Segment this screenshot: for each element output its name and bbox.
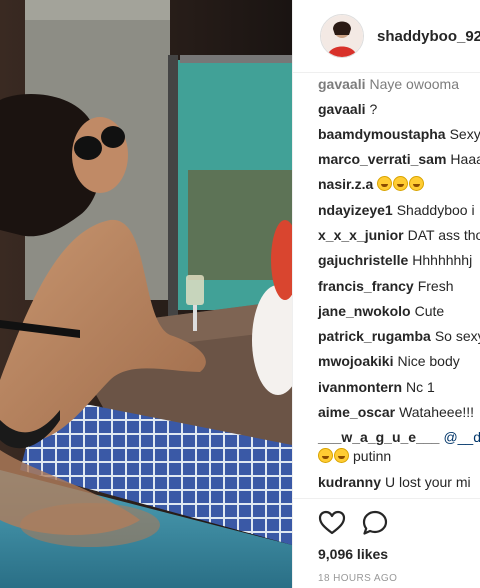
comment-text: Naye owooma bbox=[369, 76, 459, 92]
comment-item: gajuchristelle Hhhhhhhj bbox=[318, 251, 472, 269]
emoji-icon bbox=[334, 448, 349, 463]
comment-item: ivanmontern Nc 1 bbox=[318, 378, 435, 396]
comment-text: Haaa bbox=[450, 151, 480, 167]
post-header: shaddyboo_92 bbox=[293, 0, 480, 73]
comment-item: marco_verrati_samHaaa bbox=[318, 150, 480, 168]
comment-text: Hhhhhhhj bbox=[412, 252, 473, 268]
comment-text: ? bbox=[369, 101, 378, 117]
comment-username[interactable]: gavaali bbox=[318, 76, 365, 92]
comment-username[interactable]: gajuchristelle bbox=[318, 252, 408, 268]
comment-text: Nc 1 bbox=[406, 379, 435, 395]
comment-item: baamdymoustapha Sexy bbox=[318, 125, 480, 143]
comment-username[interactable]: nasir.z.a bbox=[318, 176, 373, 192]
avatar[interactable] bbox=[320, 14, 364, 58]
post-photo[interactable] bbox=[0, 0, 292, 588]
comment-item: patrick_rugamba So sexy bbox=[318, 327, 480, 345]
emoji-icon bbox=[393, 176, 409, 191]
comment-username[interactable]: ndayizeye1 bbox=[318, 202, 393, 218]
comment-username[interactable]: jane_nwokolo bbox=[318, 303, 411, 319]
comment-text: Fresh bbox=[417, 278, 454, 294]
comment-item: francis_francy Fresh bbox=[318, 277, 454, 295]
comments-list[interactable]: gavaali Naye owooma gavaali? baamdymousta… bbox=[293, 72, 480, 498]
comment-text: Shaddyboo i bbox=[396, 202, 475, 218]
comment-text: DAT ass tho bbox=[407, 227, 480, 243]
comment-item: gavaali Naye owooma bbox=[318, 75, 459, 93]
comment-username[interactable]: kudranny bbox=[318, 474, 381, 490]
username-link[interactable]: shaddyboo_92 bbox=[377, 28, 480, 45]
post-timestamp[interactable]: 18 HOURS AGO bbox=[318, 573, 397, 584]
comment-username[interactable]: gavaali bbox=[318, 101, 365, 117]
comment-item: ___w_a_g_u_e___ @__d bbox=[318, 428, 480, 446]
comment-text: putinn bbox=[353, 448, 392, 464]
comment-item: aime_oscar Wataheee!!! bbox=[318, 403, 474, 421]
comment-text: U lost your mi bbox=[385, 474, 471, 490]
emoji-icon bbox=[409, 176, 425, 191]
comment-text: Sexy bbox=[449, 126, 480, 142]
comment-username[interactable]: baamdymoustapha bbox=[318, 126, 446, 142]
comment-username[interactable]: marco_verrati_sam bbox=[318, 151, 446, 167]
comment-username[interactable]: x_x_x_junior bbox=[318, 227, 404, 243]
comment-item: ndayizeye1 Shaddyboo i bbox=[318, 201, 475, 219]
comment-icon[interactable] bbox=[361, 509, 389, 537]
comment-text: So sexy bbox=[434, 328, 480, 344]
comment-mention[interactable]: @__d bbox=[443, 429, 480, 445]
comment-text: Cute bbox=[414, 303, 445, 319]
comment-item: kudranny U lost your mi bbox=[318, 473, 471, 491]
comment-item: jane_nwokolo Cute bbox=[318, 302, 444, 320]
emoji-icon bbox=[377, 176, 393, 191]
comment-text: Nice body bbox=[397, 353, 460, 369]
likes-count[interactable]: 9,096 likes bbox=[318, 546, 388, 562]
comment-text: Wataheee!!! bbox=[399, 404, 475, 420]
comment-item: nasir.z.a bbox=[318, 175, 425, 193]
comment-username[interactable]: ___w_a_g_u_e___ bbox=[318, 429, 439, 445]
post-actions: 9,096 likes 18 HOURS AGO bbox=[293, 498, 480, 588]
emoji-icon bbox=[318, 448, 333, 463]
comment-username[interactable]: patrick_rugamba bbox=[318, 328, 431, 344]
comment-username[interactable]: mwojoakiki bbox=[318, 353, 393, 369]
comment-username[interactable]: francis_francy bbox=[318, 278, 414, 294]
heart-icon[interactable] bbox=[318, 509, 346, 537]
post-image bbox=[0, 0, 292, 588]
comment-item: mwojoakiki Nice body bbox=[318, 352, 460, 370]
post-sidebar: shaddyboo_92 gavaali Naye owooma gavaali?… bbox=[292, 0, 480, 588]
comment-username[interactable]: ivanmontern bbox=[318, 379, 402, 395]
comment-item: gavaali? bbox=[318, 100, 377, 118]
comment-item: x_x_x_junior DAT ass tho bbox=[318, 226, 480, 244]
comment-item: putinn bbox=[318, 447, 391, 465]
comment-username[interactable]: aime_oscar bbox=[318, 404, 395, 420]
